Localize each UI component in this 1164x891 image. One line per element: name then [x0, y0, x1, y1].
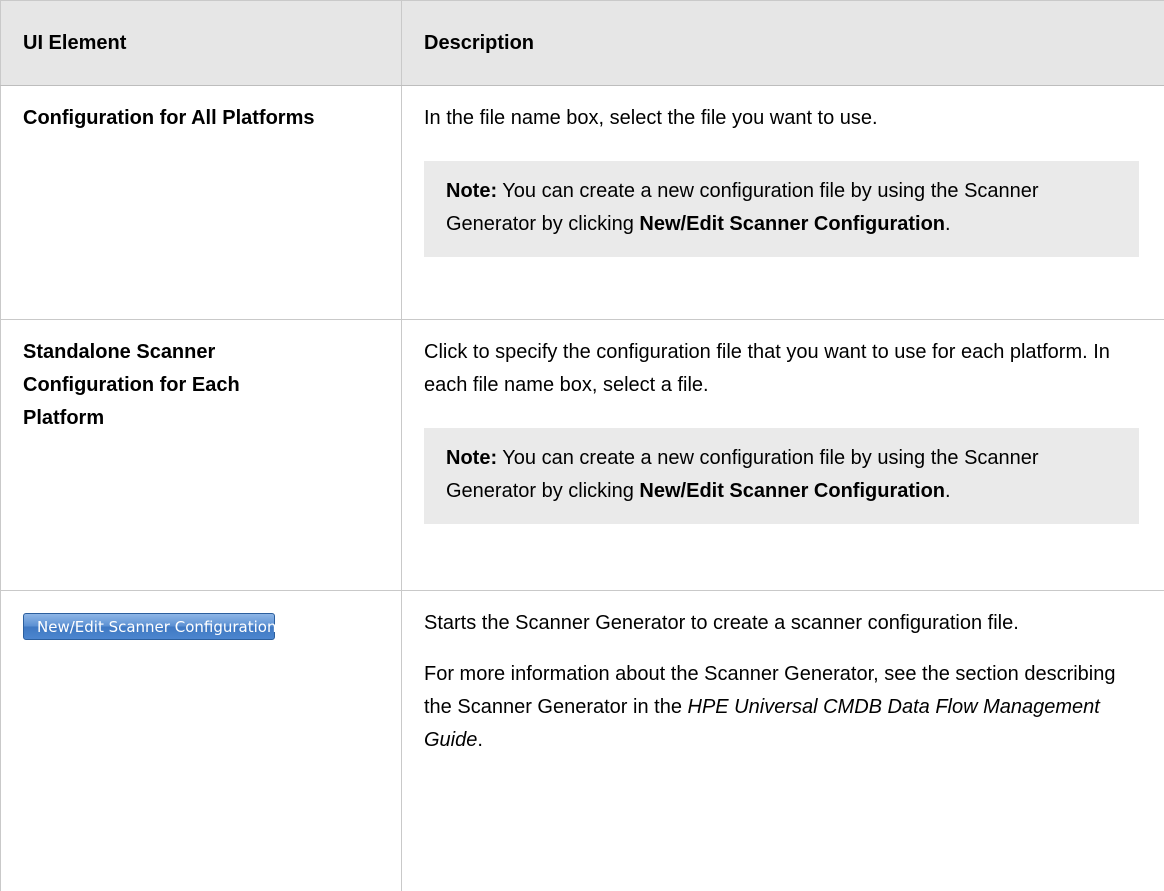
- description-cell: Click to specify the configuration file …: [402, 320, 1164, 591]
- description: Starts the Scanner Generator to create a…: [424, 591, 1144, 757]
- note-end: .: [945, 213, 951, 235]
- note-box: Note: You can create a new configuration…: [424, 161, 1139, 257]
- more-info-text: For more information about the Scanner G…: [424, 658, 1144, 757]
- note-text: Note: You can create a new configuration…: [446, 175, 1117, 241]
- header-ui-element: UI Element: [1, 1, 402, 86]
- table-row: Standalone Scanner Configuration for Eac…: [1, 320, 1164, 591]
- description-text: Click to specify the configuration file …: [424, 336, 1144, 402]
- table-header-row: UI Element Description: [1, 1, 1164, 86]
- ui-elements-table: UI Element Description Configuration for…: [0, 0, 1164, 891]
- element-cell: Configuration for All Platforms: [1, 86, 402, 320]
- description: In the file name box, select the file yo…: [424, 86, 1144, 257]
- element-name: Standalone Scanner Configuration for Eac…: [23, 320, 323, 435]
- description-text: In the file name box, select the file yo…: [424, 102, 1144, 135]
- element-cell: New/Edit Scanner Configuration...: [1, 591, 402, 891]
- more-info-end: .: [477, 729, 483, 751]
- note-bold-ref: New/Edit Scanner Configuration: [639, 480, 945, 502]
- table-row: New/Edit Scanner Configuration... Starts…: [1, 591, 1164, 891]
- note-text: Note: You can create a new configuration…: [446, 442, 1117, 508]
- note-label: Note:: [446, 447, 497, 469]
- description-text: Starts the Scanner Generator to create a…: [424, 607, 1144, 640]
- description: Click to specify the configuration file …: [424, 320, 1144, 524]
- description-cell: Starts the Scanner Generator to create a…: [402, 591, 1164, 891]
- header-description: Description: [402, 1, 1164, 86]
- note-box: Note: You can create a new configuration…: [424, 428, 1139, 524]
- note-bold-ref: New/Edit Scanner Configuration: [639, 213, 945, 235]
- new-edit-scanner-configuration-button[interactable]: New/Edit Scanner Configuration...: [23, 613, 275, 640]
- note-label: Note:: [446, 180, 497, 202]
- description-cell: In the file name box, select the file yo…: [402, 86, 1164, 320]
- table-row: Configuration for All Platforms In the f…: [1, 86, 1164, 320]
- element-cell: Standalone Scanner Configuration for Eac…: [1, 320, 402, 591]
- note-end: .: [945, 480, 951, 502]
- element-name: Configuration for All Platforms: [23, 86, 323, 135]
